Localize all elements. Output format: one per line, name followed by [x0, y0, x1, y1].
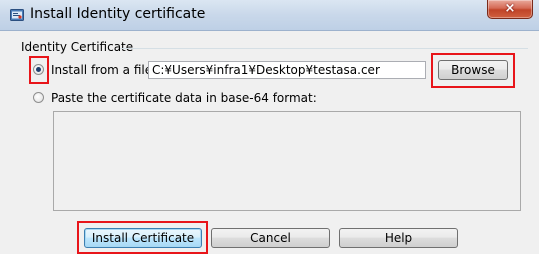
highlight-browse-button [431, 53, 515, 88]
file-path-input[interactable]: C:¥Users¥infra1¥Desktop¥testasa.cer [148, 61, 426, 79]
window-title: Install Identity certificate [30, 6, 206, 22]
paste-base64-radio[interactable] [33, 92, 44, 103]
group-divider [120, 48, 528, 49]
certificate-data-textarea[interactable] [53, 111, 521, 211]
help-button[interactable]: Help [339, 228, 458, 248]
highlight-install-from-file-radio [29, 56, 49, 84]
paste-base64-label[interactable]: Paste the certificate data in base-64 fo… [51, 91, 317, 105]
group-label-identity-certificate: Identity Certificate [21, 40, 134, 54]
install-from-file-label[interactable]: Install from a file: [51, 63, 156, 77]
install-identity-certificate-dialog: Install Identity certificate × Identity … [0, 0, 539, 254]
title-bar: Install Identity certificate × [0, 0, 539, 31]
cancel-button[interactable]: Cancel [211, 228, 330, 248]
highlight-install-certificate-button [77, 221, 208, 254]
close-button[interactable]: × [487, 0, 533, 19]
app-certificate-icon [10, 9, 24, 21]
close-icon: × [504, 1, 516, 16]
